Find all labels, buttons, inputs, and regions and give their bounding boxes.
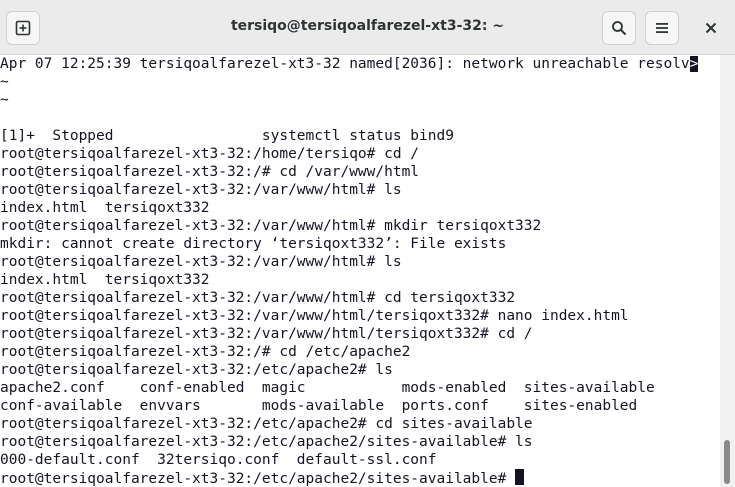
terminal-line-text: 000-default.conf 32tersiqo.conf default-… xyxy=(0,452,437,468)
terminal-line: 000-default.conf 32tersiqo.conf default-… xyxy=(0,451,720,469)
terminal-line-text: root@tersiqoalfarezel-xt3-32:/var/www/ht… xyxy=(0,254,402,270)
terminal-line: root@tersiqoalfarezel-xt3-32:/home/tersi… xyxy=(0,145,720,163)
terminal-line: root@tersiqoalfarezel-xt3-32:/etc/apache… xyxy=(0,433,720,451)
hamburger-menu-icon xyxy=(656,23,668,33)
terminal-line: root@tersiqoalfarezel-xt3-32:/# cd /etc/… xyxy=(0,343,720,361)
terminal-line: index.html tersiqoxt332 xyxy=(0,199,720,217)
terminal-line-text: root@tersiqoalfarezel-xt3-32:/etc/apache… xyxy=(0,434,533,450)
terminal-line-text: mkdir: cannot create directory ‘tersiqox… xyxy=(0,236,507,252)
terminal-line: root@tersiqoalfarezel-xt3-32:/# cd /var/… xyxy=(0,163,720,181)
title-bar[interactable]: tersiqo@tersiqoalfarezel-xt3-32: ~ xyxy=(0,0,735,55)
terminal-line: root@tersiqoalfarezel-xt3-32:/etc/apache… xyxy=(0,415,720,433)
terminal-line-text: root@tersiqoalfarezel-xt3-32:/var/www/ht… xyxy=(0,290,516,306)
terminal-output[interactable]: Apr 07 12:25:39 tersiqoalfarezel-xt3-32 … xyxy=(0,55,720,487)
close-button[interactable] xyxy=(694,11,728,45)
terminal-line: Apr 07 12:25:39 tersiqoalfarezel-xt3-32 … xyxy=(0,55,720,73)
terminal-line-text: [1]+ Stopped systemctl status bind9 xyxy=(0,128,454,144)
terminal-line-text: ~ xyxy=(0,92,9,108)
terminal-line: root@tersiqoalfarezel-xt3-32:/etc/apache… xyxy=(0,361,720,379)
terminal-line-text: index.html tersiqoxt332 xyxy=(0,272,210,288)
terminal-line-text: conf-available envvars mods-available po… xyxy=(0,398,638,414)
terminal-line: ~ xyxy=(0,91,720,109)
terminal-line-text: index.html tersiqoxt332 xyxy=(0,200,210,216)
terminal-window: tersiqo@tersiqoalfarezel-xt3-32: ~ Apr 0… xyxy=(0,0,735,487)
scrollbar-thumb[interactable] xyxy=(724,440,730,484)
terminal-line-text: root@tersiqoalfarezel-xt3-32:/etc/apache… xyxy=(0,416,533,432)
terminal-line-text: root@tersiqoalfarezel-xt3-32:/var/www/ht… xyxy=(0,326,533,342)
terminal-line-text: ~ xyxy=(0,74,9,90)
terminal-line-text: root@tersiqoalfarezel-xt3-32:/home/tersi… xyxy=(0,146,420,162)
terminal-line-text: root@tersiqoalfarezel-xt3-32:/var/www/ht… xyxy=(0,308,629,324)
terminal-line-text: root@tersiqoalfarezel-xt3-32:/var/www/ht… xyxy=(0,218,542,234)
scrollbar[interactable] xyxy=(720,55,735,487)
close-icon xyxy=(705,22,717,34)
terminal-line-text: root@tersiqoalfarezel-xt3-32:/etc/apache… xyxy=(0,362,393,378)
terminal-line: root@tersiqoalfarezel-xt3-32:/var/www/ht… xyxy=(0,181,720,199)
terminal-line-text: Apr 07 12:25:39 tersiqoalfarezel-xt3-32 … xyxy=(0,56,690,72)
terminal-line-text: root@tersiqoalfarezel-xt3-32:/# cd /var/… xyxy=(0,164,420,180)
search-button[interactable] xyxy=(602,11,636,45)
terminal-line: apache2.conf conf-enabled magic mods-ena… xyxy=(0,379,720,397)
terminal-line: [1]+ Stopped systemctl status bind9 xyxy=(0,127,720,145)
terminal-line: root@tersiqoalfarezel-xt3-32:/var/www/ht… xyxy=(0,253,720,271)
terminal-line: root@tersiqoalfarezel-xt3-32:/var/www/ht… xyxy=(0,217,720,235)
terminal-line: index.html tersiqoxt332 xyxy=(0,271,720,289)
terminal-line: ~ xyxy=(0,73,720,91)
search-icon xyxy=(612,21,627,36)
terminal-line-text: root@tersiqoalfarezel-xt3-32:/etc/apache… xyxy=(0,471,516,487)
line-overflow-marker: > xyxy=(689,56,699,72)
terminal-line: root@tersiqoalfarezel-xt3-32:/var/www/ht… xyxy=(0,307,720,325)
terminal-line: conf-available envvars mods-available po… xyxy=(0,397,720,415)
terminal-line: root@tersiqoalfarezel-xt3-32:/var/www/ht… xyxy=(0,289,720,307)
text-cursor xyxy=(515,469,525,485)
terminal-line-text: apache2.conf conf-enabled magic mods-ena… xyxy=(0,380,655,396)
terminal-line-text: root@tersiqoalfarezel-xt3-32:/var/www/ht… xyxy=(0,182,402,198)
menu-button[interactable] xyxy=(645,11,679,45)
terminal-line-text: root@tersiqoalfarezel-xt3-32:/# cd /etc/… xyxy=(0,344,411,360)
terminal-line: root@tersiqoalfarezel-xt3-32:/etc/apache… xyxy=(0,469,720,487)
terminal-line: mkdir: cannot create directory ‘tersiqox… xyxy=(0,235,720,253)
terminal-line: root@tersiqoalfarezel-xt3-32:/var/www/ht… xyxy=(0,325,720,343)
